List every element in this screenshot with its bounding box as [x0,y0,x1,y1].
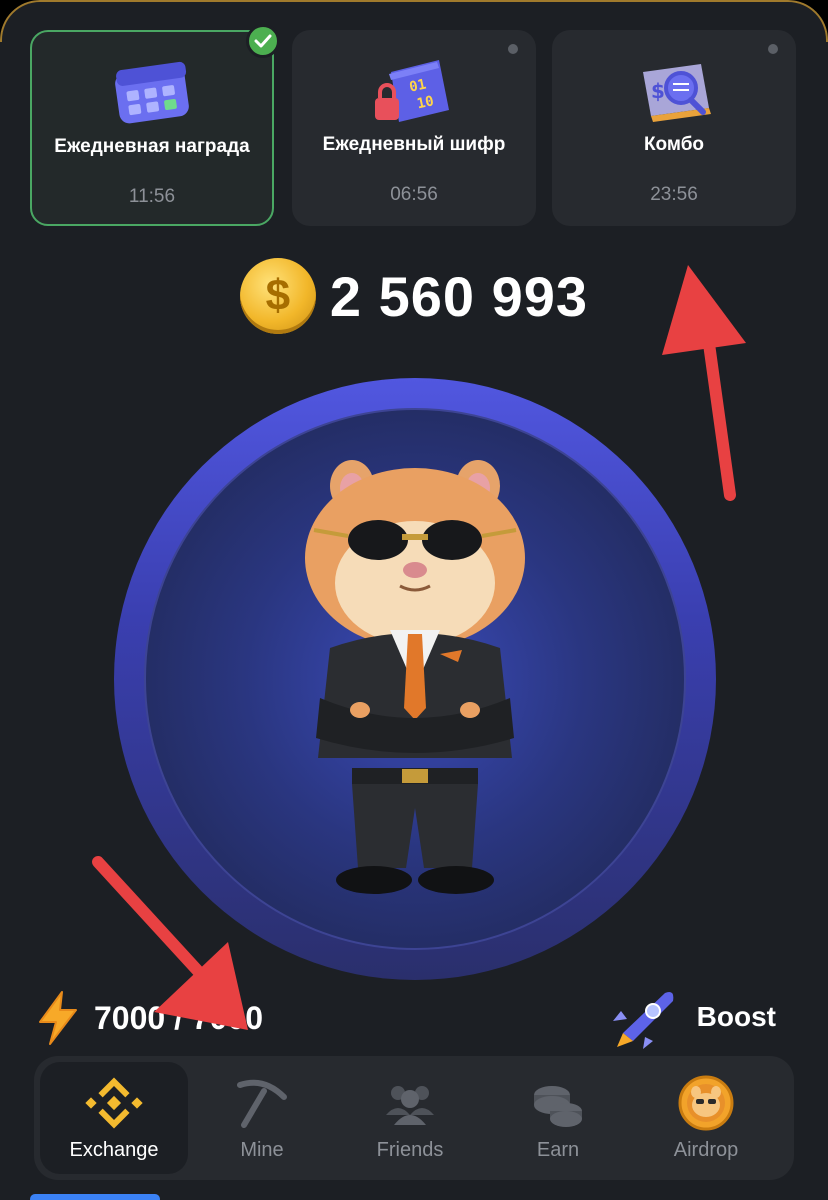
boost-button[interactable]: Boost [607,985,776,1049]
nav-earn[interactable]: Earn [484,1062,632,1174]
status-dot [768,44,778,54]
daily-cipher-card[interactable]: 01 10 Ежедневный шифр 06:56 [292,30,536,226]
friends-icon [386,1085,434,1125]
app-screen: Ежедневная награда 11:56 01 10 Ежедневны… [0,0,828,1200]
svg-text:$: $ [651,79,665,103]
nav-label: Earn [536,1138,580,1161]
nav-label: Airdrop [673,1138,739,1161]
combo-card[interactable]: $ Комбо 23:56 [552,30,796,226]
balance-value: 2 560 993 [329,264,589,328]
nav-label: Mine [240,1138,284,1161]
daily-reward-card[interactable]: Ежедневная награда 11:56 [30,24,280,226]
bottom-edge-indicator [30,1194,160,1200]
balance: $ 2 560 993 [0,258,828,334]
combo-search-icon: $ [629,54,719,126]
nav-mine[interactable]: Mine [188,1062,336,1174]
card-title: Ежедневный шифр [322,134,506,155]
lightning-icon [39,991,77,1045]
nav-label: Exchange [69,1138,159,1161]
bottom-navigation: Exchange Mine Friends Earn Airdrop [34,1056,794,1180]
card-title: Комбо [643,134,705,155]
dollar-coin-icon: $ [239,258,316,334]
boost-label: Boost [696,1001,776,1032]
card-title: Ежедневная награда [54,136,250,157]
cipher-lock-icon: 01 10 [369,54,459,126]
hamster-coin-icon [678,1075,734,1130]
nav-exchange[interactable]: Exchange [40,1062,188,1174]
nav-airdrop[interactable]: Airdrop [632,1062,780,1174]
nav-label: Friends [376,1138,444,1161]
pickaxe-icon [237,1079,287,1128]
hamster-ceo-icon [305,460,525,894]
status-dot [508,44,518,54]
rocket-icon [612,992,674,1049]
card-timer: 06:56 [390,184,438,205]
calendar-icon [107,56,197,128]
binance-icon [85,1077,143,1128]
nav-friends[interactable]: Friends [336,1062,484,1174]
checkmark-icon [246,24,280,58]
coins-icon [534,1085,582,1127]
energy-indicator: 7000 / 7000 [36,990,263,1046]
card-timer: 23:56 [650,184,698,205]
energy-value: 7000 / 7000 [94,999,264,1036]
card-timer: 11:56 [128,186,176,207]
